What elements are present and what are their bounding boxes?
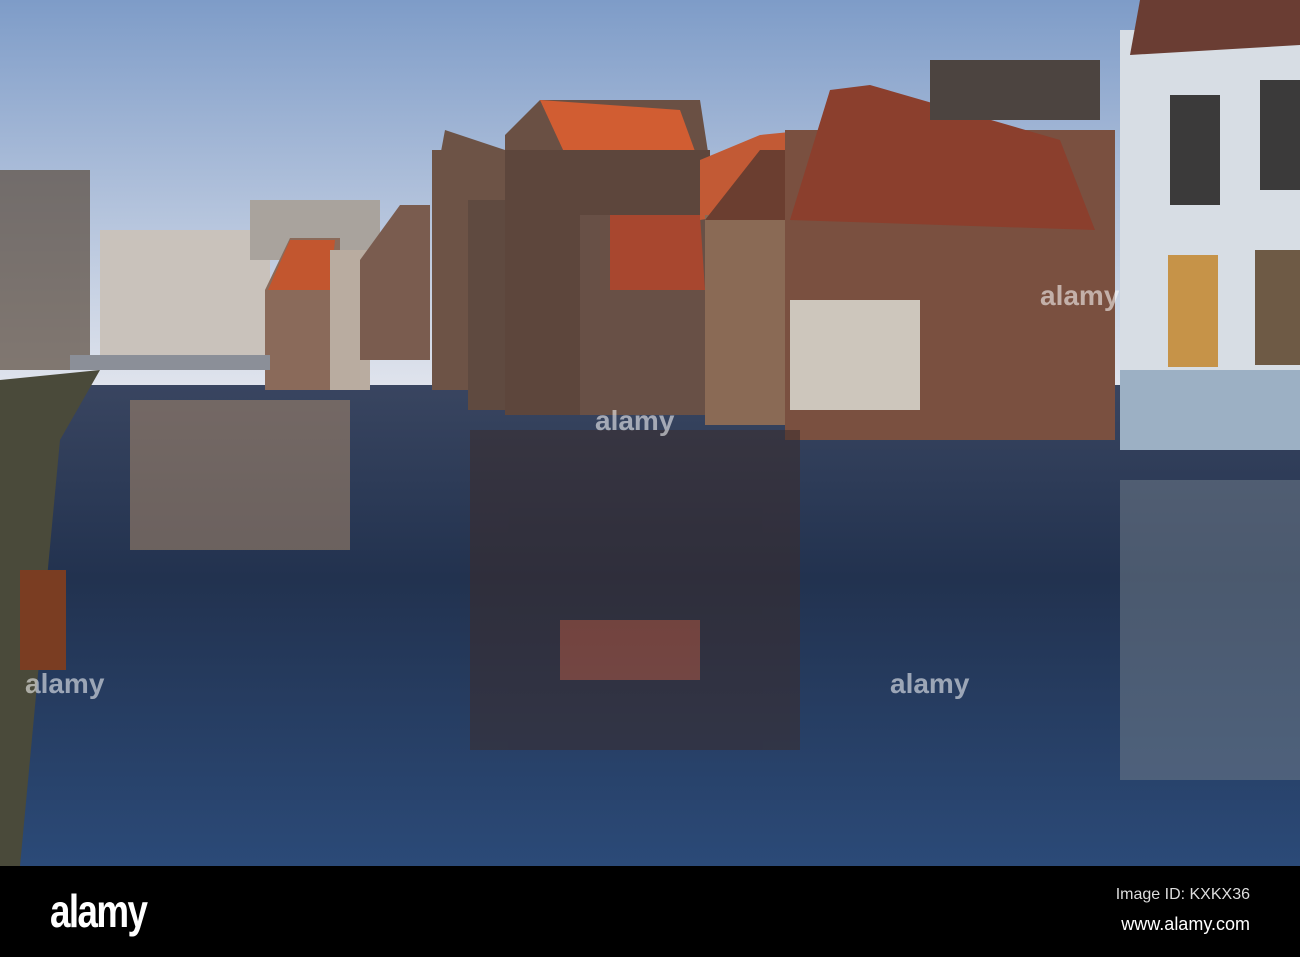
stock-photo: alamy alamy alamy alamy alamy Image ID: …	[0, 0, 1300, 957]
image-id: Image ID: KXKX36	[1115, 886, 1250, 903]
watermark-overlay: alamy	[595, 405, 675, 436]
white-building	[1120, 0, 1300, 450]
site-url: www.alamy.com	[1121, 914, 1250, 934]
watermark-footer: alamy Image ID: KXKX36 www.alamy.com	[0, 866, 1300, 957]
watermark-overlay: alamy	[25, 668, 105, 699]
alamy-logo: alamy	[50, 885, 148, 937]
watermark-overlay: alamy	[1040, 280, 1120, 311]
watermark-overlay: alamy	[890, 668, 970, 699]
